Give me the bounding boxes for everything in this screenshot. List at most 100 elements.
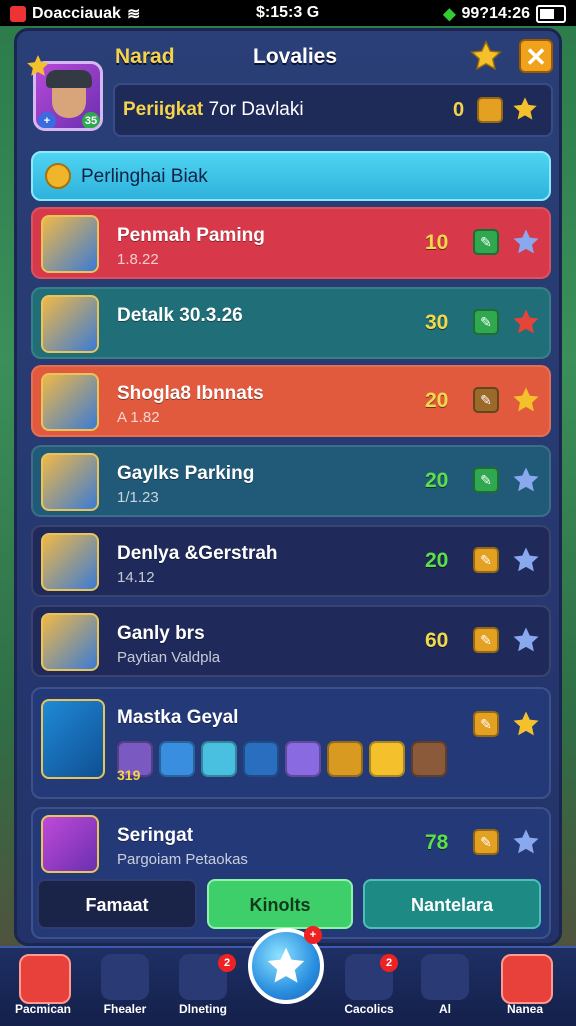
profile-icon — [501, 954, 553, 1004]
list-item[interactable]: Penmah Paming 1.8.22 10 ✎ — [31, 207, 551, 279]
star-icon[interactable] — [511, 307, 541, 337]
row-sub: 1/1.23 — [117, 489, 159, 506]
row-name: Denlya &Gerstrah — [117, 543, 278, 564]
row-name: Seringat — [117, 825, 194, 846]
character-icon — [101, 954, 149, 1000]
edit-icon[interactable]: ✎ — [473, 309, 499, 335]
gem-icon[interactable] — [243, 741, 279, 777]
edit-icon[interactable]: ✎ — [473, 229, 499, 255]
row-score: 20 — [425, 389, 449, 412]
notification-badge: 2 — [380, 954, 398, 972]
row-avatar — [41, 373, 99, 431]
edit-icon[interactable]: ✎ — [473, 467, 499, 493]
row-sub: Pargoiam Petaokas — [117, 851, 248, 868]
gem-icon[interactable] — [369, 741, 405, 777]
row-score: 78 — [425, 831, 449, 854]
leaderboard-panel: Narad Lovalies ✕ + 35 Periigkat 7or Davl… — [14, 28, 562, 946]
list-item[interactable]: Denlya &Gerstrah 14.12 20 ✎ — [31, 525, 551, 597]
wifi-icon: ≋ — [126, 6, 141, 23]
row-score: 60 — [425, 629, 449, 652]
app-icon — [10, 6, 26, 22]
kinolts-button[interactable]: Kinolts — [207, 879, 353, 929]
status-app-name: Doacciauak — [32, 5, 121, 22]
edit-icon[interactable]: ✎ — [473, 547, 499, 573]
row-name: Mastka Geyal — [117, 707, 239, 728]
status-right-text: 99?14:26 — [461, 5, 531, 22]
center-action-button[interactable]: + — [248, 926, 324, 1004]
list-item[interactable]: Ganly brs Paytian Valdpla 60 ✎ — [31, 605, 551, 677]
nav-item-meeting[interactable]: 2 Dlneting — [170, 954, 236, 1020]
battery-icon — [536, 5, 566, 23]
nav-label: Cacolics — [344, 1002, 394, 1016]
nav-item-home[interactable]: Pacmican — [10, 954, 76, 1020]
signal-icon: ◆ — [443, 6, 456, 23]
nav-item-cacolics[interactable]: 2 Cacolics — [336, 954, 402, 1020]
edit-icon[interactable]: ✎ — [473, 711, 499, 737]
row-sub: Paytian Valdpla — [117, 649, 221, 666]
gem-icon[interactable] — [285, 741, 321, 777]
list-item[interactable]: Gaylks Parking 1/1.23 20 ✎ — [31, 445, 551, 517]
row-avatar — [41, 815, 99, 873]
nantelara-button[interactable]: Nantelara — [363, 879, 541, 929]
nav-item-ai[interactable]: Al — [412, 954, 478, 1020]
edit-icon[interactable]: ✎ — [473, 829, 499, 855]
list-item[interactable]: Detalk 30.3.26 30 ✎ — [31, 287, 551, 359]
rank-star-icon — [25, 53, 51, 79]
row-avatar — [41, 699, 105, 779]
row-sub: 14.12 — [117, 569, 155, 586]
list-item-gems[interactable]: Mastka Geyal ✎ 319 — [31, 687, 551, 799]
row-score: 20 — [425, 549, 449, 572]
player-info-number: 0 — [453, 99, 465, 121]
player-info-value: 7or Davlaki — [208, 99, 304, 120]
star-icon[interactable] — [511, 625, 541, 655]
row-avatar — [41, 453, 99, 511]
action-bar: Famaat Kinolts Nantelara — [37, 879, 547, 931]
nav-label: Fhealer — [103, 1002, 147, 1016]
favorite-star-button[interactable] — [469, 39, 503, 73]
nav-label: Dlneting — [179, 1002, 227, 1016]
gem-icon[interactable] — [159, 741, 195, 777]
gem-icon[interactable] — [411, 741, 447, 777]
star-icon — [511, 95, 539, 123]
star-icon[interactable] — [511, 465, 541, 495]
row-avatar — [41, 533, 99, 591]
bottom-nav: Pacmican Fhealer 2 Dlneting + 2 Cacolics… — [0, 926, 576, 1026]
famaat-button[interactable]: Famaat — [37, 879, 197, 929]
row-score: 10 — [425, 231, 449, 254]
nav-item-nanea[interactable]: Nanea — [492, 954, 558, 1020]
edit-icon[interactable]: ✎ — [473, 387, 499, 413]
star-icon[interactable] — [511, 227, 541, 257]
notification-badge: + — [304, 926, 322, 944]
home-icon — [19, 954, 71, 1004]
row-name: Ganly brs — [117, 623, 205, 644]
panel-left-title: Narad — [115, 45, 175, 68]
gem-icon[interactable] — [327, 741, 363, 777]
star-icon[interactable] — [511, 545, 541, 575]
player-info-row: Periigkat 7or Davlaki 0 — [113, 83, 553, 137]
edit-icon[interactable]: ✎ — [473, 627, 499, 653]
status-bar: Doacciauak ≋ $:15:3 G ◆ 99?14:26 — [0, 0, 576, 26]
star-icon[interactable] — [511, 385, 541, 415]
star-icon[interactable] — [511, 709, 541, 739]
nav-item-healer[interactable]: Fhealer — [92, 954, 158, 1020]
row-score: 20 — [425, 469, 449, 492]
list-item[interactable]: Shogla8 Ibnnats A 1.82 20 ✎ — [31, 365, 551, 437]
notification-badge: 2 — [218, 954, 236, 972]
gem-icon[interactable] — [201, 741, 237, 777]
panel-title: Lovalies — [253, 45, 338, 68]
section-header[interactable]: Perlinghai Biak — [31, 151, 551, 201]
row-avatar — [41, 215, 99, 273]
nav-label: Pacmican — [14, 1002, 72, 1016]
star-icon[interactable] — [511, 827, 541, 857]
nav-label: Nanea — [506, 1002, 544, 1016]
avatar-hat — [46, 70, 92, 88]
row-name: Gaylks Parking — [117, 463, 255, 484]
avatar-badge-right: 35 — [82, 112, 100, 128]
close-button[interactable]: ✕ — [519, 39, 553, 73]
nav-label: Al — [439, 1002, 451, 1016]
star-icon — [267, 947, 305, 983]
gem-count: 319 — [117, 767, 141, 783]
section-title: Perlinghai Biak — [81, 166, 208, 187]
row-sub: 1.8.22 — [117, 251, 159, 268]
gear-icon[interactable] — [477, 97, 503, 123]
